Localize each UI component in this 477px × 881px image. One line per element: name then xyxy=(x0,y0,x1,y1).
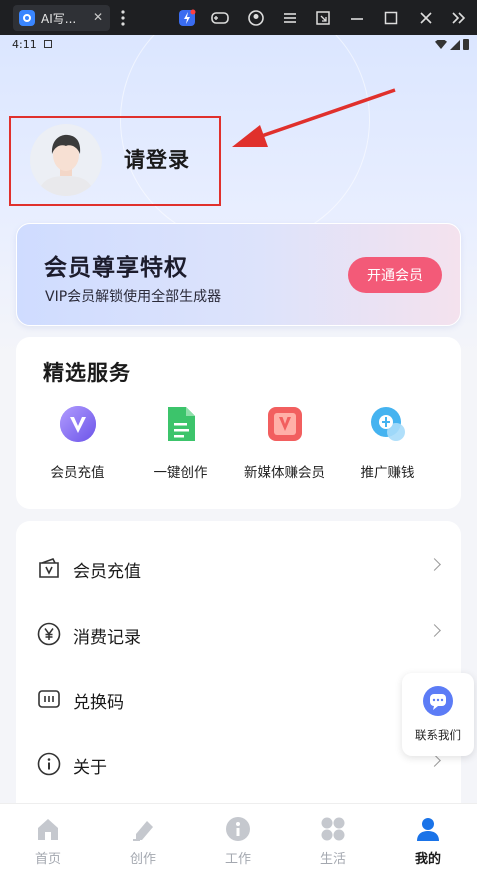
tab-label: 工作 xyxy=(224,852,251,867)
tab-label: 我的 xyxy=(414,852,441,867)
contact-label: 联系我们 xyxy=(415,728,461,742)
expand-icon[interactable] xyxy=(450,9,468,27)
app-tab-title: AI写... xyxy=(41,11,77,26)
service-one-click-create[interactable]: 一键创作 xyxy=(133,405,228,481)
tab-home[interactable]: 首页 xyxy=(18,816,78,867)
vip-v-icon xyxy=(59,405,97,443)
services-title: 精选服务 xyxy=(43,361,131,385)
document-icon xyxy=(162,405,200,443)
more-vertical-icon[interactable] xyxy=(117,9,129,27)
service-label: 新媒体赚会员 xyxy=(244,465,325,481)
profile-icon xyxy=(415,816,441,842)
battery-icon xyxy=(463,39,469,50)
chevron-right-icon xyxy=(428,624,441,637)
tab-label: 生活 xyxy=(319,852,346,867)
menu-card: 会员充值 消费记录 兑换码 关于 xyxy=(16,521,461,821)
tab-label: 创作 xyxy=(129,852,156,867)
service-label: 会员充值 xyxy=(50,465,105,481)
menu-item-label: 关于 xyxy=(73,758,107,778)
phone-screen: 4:11 请登录 会员尊享特权 VIP会员解锁使用全部生成器 开通会员 精选服务… xyxy=(0,35,477,881)
menu-item-label: 兑换码 xyxy=(73,693,124,713)
contact-us-button[interactable]: 联系我们 xyxy=(402,673,474,756)
tab-mine[interactable]: 我的 xyxy=(398,816,458,867)
menu-item-vip-recharge[interactable]: 会员充值 xyxy=(16,538,461,598)
work-icon xyxy=(225,816,251,842)
promote-icon xyxy=(369,405,407,443)
vip-subtitle: VIP会员解锁使用全部生成器 xyxy=(45,289,222,305)
service-promote[interactable]: 推广赚钱 xyxy=(340,405,435,481)
menu-item-about[interactable]: 关于 xyxy=(16,734,461,794)
yen-icon xyxy=(37,622,61,646)
menu-item-label: 会员充值 xyxy=(73,562,141,582)
menu-item-label: 消费记录 xyxy=(73,628,141,648)
menu-icon[interactable] xyxy=(281,9,299,27)
app-tab[interactable]: AI写... ✕ xyxy=(13,5,110,31)
home-icon xyxy=(35,816,61,842)
window-icon[interactable] xyxy=(314,9,332,27)
menu-item-redeem-code[interactable]: 兑换码 xyxy=(16,669,461,729)
tab-close-icon[interactable]: ✕ xyxy=(93,10,103,24)
signal-icon xyxy=(450,39,460,50)
vip-card[interactable]: 会员尊享特权 VIP会员解锁使用全部生成器 开通会员 xyxy=(16,223,461,326)
wallet-icon xyxy=(37,556,61,580)
status-bar: 4:11 xyxy=(0,35,477,55)
login-highlight-box[interactable]: 请登录 xyxy=(9,116,221,206)
login-text[interactable]: 请登录 xyxy=(124,144,190,174)
app-logo-icon xyxy=(19,10,35,26)
emulator-window: AI写... ✕ 4:11 请登录 会员尊享特权 VIP会员解锁使用全部生成器 … xyxy=(0,0,477,881)
code-icon xyxy=(37,687,61,711)
status-icons xyxy=(435,39,469,50)
service-label: 推广赚钱 xyxy=(360,465,415,481)
chevron-right-icon xyxy=(428,754,441,767)
tab-create[interactable]: 创作 xyxy=(113,816,173,867)
service-label: 一键创作 xyxy=(153,465,208,481)
open-vip-button[interactable]: 开通会员 xyxy=(348,257,442,293)
media-v-icon xyxy=(266,405,304,443)
chevron-right-icon xyxy=(428,558,441,571)
gamepad-icon[interactable] xyxy=(211,9,229,27)
minimize-icon[interactable] xyxy=(348,9,366,27)
grid-icon xyxy=(320,816,346,842)
notification-a-icon xyxy=(44,40,52,48)
vip-title: 会员尊享特权 xyxy=(44,255,188,281)
bolt-icon[interactable] xyxy=(178,9,196,27)
avatar[interactable] xyxy=(30,124,102,196)
bottom-tab-bar: 首页 创作 工作 生活 我的 xyxy=(0,803,477,881)
maximize-icon[interactable] xyxy=(382,9,400,27)
chat-bubble-icon xyxy=(423,686,453,716)
wifi-icon xyxy=(435,40,447,49)
status-time: 4:11 xyxy=(12,38,37,51)
service-new-media[interactable]: 新媒体赚会员 xyxy=(237,405,332,481)
tab-work[interactable]: 工作 xyxy=(208,816,268,867)
tab-label: 首页 xyxy=(34,852,61,867)
user-circle-icon[interactable] xyxy=(247,9,265,27)
info-icon xyxy=(37,752,61,776)
menu-item-consumption[interactable]: 消费记录 xyxy=(16,604,461,664)
pen-icon xyxy=(130,816,156,842)
close-icon[interactable] xyxy=(417,9,435,27)
emulator-toolbar: AI写... ✕ xyxy=(0,0,477,35)
service-vip-recharge[interactable]: 会员充值 xyxy=(30,405,125,481)
services-card: 精选服务 会员充值 一键创作 新媒体赚会员 推广赚钱 xyxy=(16,337,461,509)
tab-life[interactable]: 生活 xyxy=(303,816,363,867)
